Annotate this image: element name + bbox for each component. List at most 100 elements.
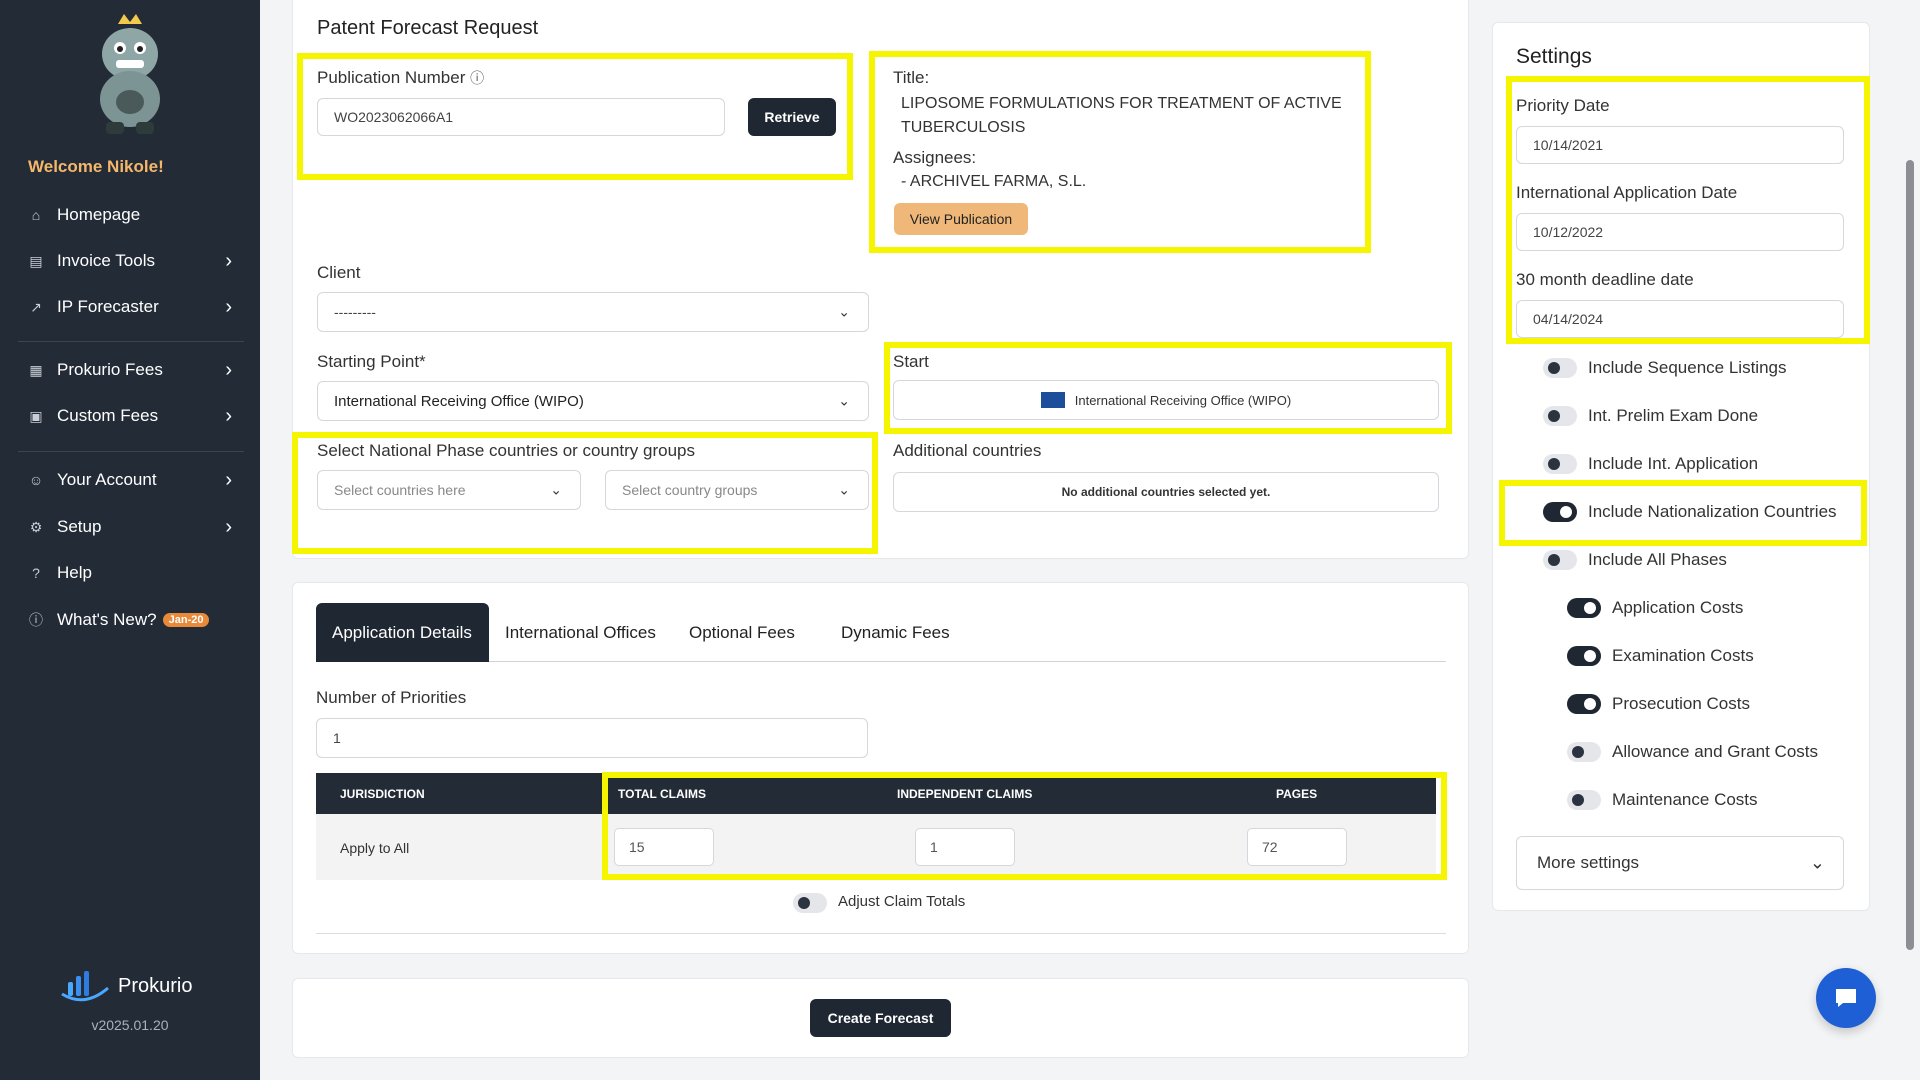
- chevron-right-icon: ›: [225, 469, 232, 491]
- tab-optional-fees[interactable]: Optional Fees: [673, 603, 811, 662]
- chevron-right-icon: ›: [225, 250, 232, 272]
- intl-date-input[interactable]: 10/12/2022: [1516, 213, 1844, 251]
- examination-costs-toggle[interactable]: [1567, 646, 1601, 666]
- additional-countries-label: Additional countries: [893, 441, 1042, 460]
- total-claims-input[interactable]: 15: [614, 828, 714, 866]
- chevron-down-icon: ⌄: [1809, 852, 1825, 873]
- col-independent-claims: INDEPENDENT CLAIMS: [897, 787, 1033, 801]
- home-icon: ⌂: [31, 207, 41, 223]
- chevron-right-icon: ›: [225, 296, 232, 318]
- additional-countries-box: No additional countries selected yet.: [893, 472, 1439, 512]
- publication-title: LIPOSOME FORMULATIONS FOR TREATMENT OF A…: [901, 95, 1342, 136]
- new-badge: Jan-20: [162, 613, 210, 627]
- start-label: Start: [893, 352, 929, 371]
- more-settings-dropdown[interactable]: More settings ⌄: [1516, 836, 1844, 890]
- view-publication-button[interactable]: View Publication: [894, 203, 1028, 235]
- int-application-label: Include Int. Application: [1588, 454, 1759, 473]
- invoice-icon: ▤: [29, 252, 43, 269]
- priorities-input[interactable]: 1: [316, 718, 868, 758]
- sidebar-item-whats-new[interactable]: ⓘ What's New? Jan-20: [0, 600, 260, 640]
- chevron-right-icon: ›: [225, 516, 232, 538]
- brand-logo: Prokurio: [60, 968, 192, 1004]
- tab-dynamic-fees[interactable]: Dynamic Fees: [825, 603, 966, 662]
- mascot-logo: [100, 14, 160, 134]
- tab-international-offices[interactable]: International Offices: [489, 603, 672, 662]
- title-label: Title:: [893, 68, 930, 87]
- national-phase-label: Select National Phase countries or count…: [317, 441, 695, 460]
- adjust-claim-totals-label: Adjust Claim Totals: [838, 893, 966, 910]
- question-icon: ?: [32, 565, 40, 581]
- prosecution-costs-toggle[interactable]: [1567, 694, 1601, 714]
- info-icon: ⓘ: [470, 70, 485, 86]
- chat-button[interactable]: [1816, 968, 1876, 1028]
- allowance-grant-label: Allowance and Grant Costs: [1612, 742, 1818, 761]
- sidebar-item-your-account[interactable]: ☺ Your Account ›: [0, 460, 260, 500]
- priorities-label: Number of Priorities: [316, 688, 467, 707]
- welcome-text: Welcome Nikole!: [28, 157, 164, 176]
- publication-number-input[interactable]: WO2023062066A1: [317, 98, 725, 136]
- start-display: International Receiving Office (WIPO): [893, 380, 1439, 420]
- deadline-input[interactable]: 04/14/2024: [1516, 300, 1844, 338]
- sidebar-item-invoice-tools[interactable]: ▤ Invoice Tools ›: [0, 241, 260, 281]
- wipo-flag-icon: [1040, 392, 1065, 408]
- sequence-listings-label: Include Sequence Listings: [1588, 358, 1787, 377]
- create-forecast-button[interactable]: Create Forecast: [810, 999, 951, 1037]
- publication-number-label: Publication Number ⓘ: [317, 68, 485, 87]
- col-jurisdiction: JURISDICTION: [340, 787, 425, 801]
- tab-application-details[interactable]: Application Details: [316, 603, 489, 662]
- sidebar-item-help[interactable]: ? Help: [0, 553, 260, 593]
- nationalization-toggle[interactable]: [1543, 502, 1577, 522]
- independent-claims-input[interactable]: 1: [915, 828, 1015, 866]
- nationalization-label: Include Nationalization Countries: [1588, 502, 1837, 521]
- sidebar-item-prokurio-fees[interactable]: ▦ Prokurio Fees ›: [0, 350, 260, 390]
- app-version: v2025.01.20: [91, 1017, 169, 1033]
- all-phases-toggle[interactable]: [1543, 550, 1577, 570]
- starting-point-label: Starting Point*: [317, 352, 426, 371]
- col-total-claims: TOTAL CLAIMS: [618, 787, 706, 801]
- chat-icon: [1836, 989, 1856, 1007]
- monitor-icon: ▣: [29, 407, 43, 424]
- adjust-claim-totals-toggle[interactable]: [793, 893, 827, 913]
- sidebar-item-custom-fees[interactable]: ▣ Custom Fees ›: [0, 396, 260, 436]
- row-jurisdiction: Apply to All: [340, 840, 410, 856]
- prelim-exam-toggle[interactable]: [1543, 406, 1577, 426]
- gear-icon: ⚙: [29, 518, 43, 535]
- users-icon: ☺: [28, 472, 44, 488]
- page-title: Patent Forecast Request: [317, 17, 539, 39]
- details-tabs: Application Details International Office…: [316, 603, 1446, 662]
- sidebar-item-ip-forecaster[interactable]: ↗ IP Forecaster ›: [0, 287, 260, 327]
- chevron-down-icon: ⌄: [550, 481, 562, 498]
- maintenance-costs-toggle[interactable]: [1567, 790, 1601, 810]
- info-icon: ⓘ: [29, 612, 43, 628]
- sidebar-divider: [18, 341, 244, 342]
- sequence-listings-toggle[interactable]: [1543, 358, 1577, 378]
- allowance-grant-toggle[interactable]: [1567, 742, 1601, 762]
- maintenance-costs-label: Maintenance Costs: [1612, 790, 1758, 809]
- sidebar: Welcome Nikole! ⌂ Homepage ▤ Invoice Too…: [0, 0, 260, 1080]
- priority-date-input[interactable]: 10/14/2021: [1516, 126, 1844, 164]
- divider: [316, 933, 1446, 934]
- int-application-toggle[interactable]: [1543, 454, 1577, 474]
- application-costs-toggle[interactable]: [1567, 598, 1601, 618]
- chevron-right-icon: ›: [225, 359, 232, 381]
- building-icon: ▦: [29, 361, 43, 378]
- country-groups-select[interactable]: Select country groups ⌄: [605, 470, 869, 510]
- client-select[interactable]: --------- ⌄: [317, 292, 869, 332]
- sidebar-item-homepage[interactable]: ⌂ Homepage: [0, 195, 260, 235]
- chevron-right-icon: ›: [225, 405, 232, 427]
- starting-point-select[interactable]: International Receiving Office (WIPO) ⌄: [317, 381, 869, 421]
- scrollbar-thumb[interactable]: [1906, 160, 1914, 950]
- countries-select[interactable]: Select countries here ⌄: [317, 470, 581, 510]
- retrieve-button[interactable]: Retrieve: [748, 98, 836, 136]
- chevron-down-icon: ⌄: [838, 303, 850, 320]
- application-costs-label: Application Costs: [1612, 598, 1744, 617]
- chart-icon: ↗: [30, 298, 42, 315]
- prelim-exam-label: Int. Prelim Exam Done: [1588, 406, 1759, 425]
- pages-input[interactable]: 72: [1247, 828, 1347, 866]
- chevron-down-icon: ⌄: [838, 392, 850, 409]
- col-pages: PAGES: [1276, 787, 1318, 801]
- sidebar-divider: [18, 451, 244, 452]
- intl-date-label: International Application Date: [1516, 183, 1738, 202]
- sidebar-item-setup[interactable]: ⚙ Setup ›: [0, 507, 260, 547]
- claims-table-header: JURISDICTION TOTAL CLAIMS INDEPENDENT CL…: [316, 773, 1436, 814]
